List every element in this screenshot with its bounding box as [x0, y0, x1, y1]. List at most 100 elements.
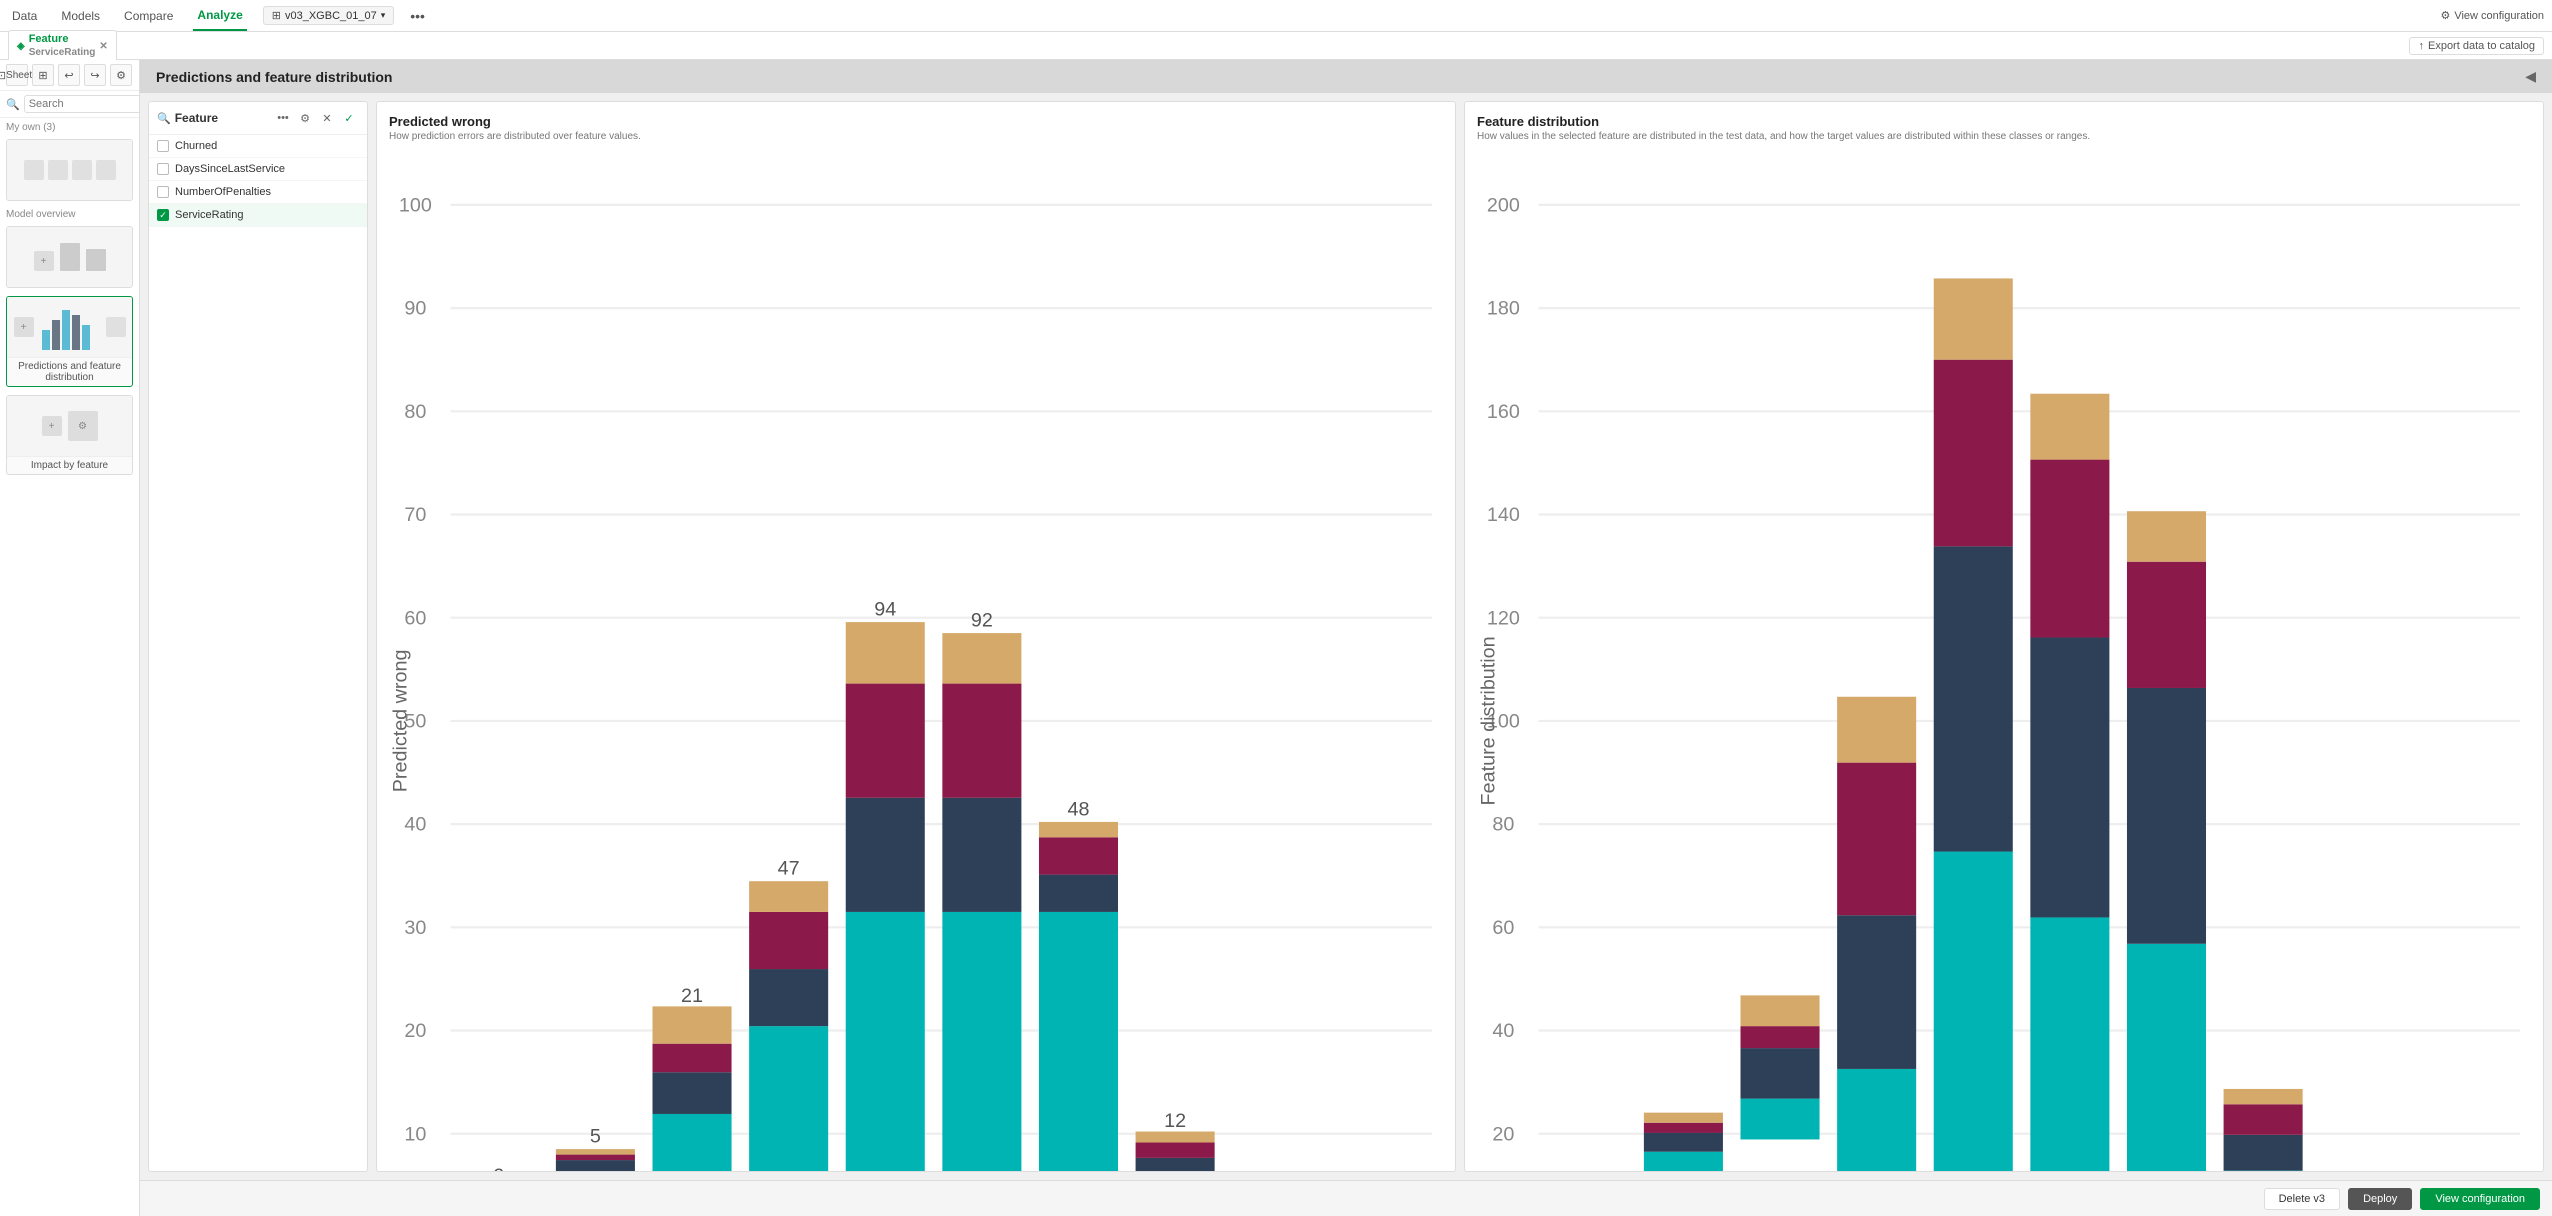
nav-compare[interactable]: Compare: [120, 0, 177, 31]
view-configuration-button[interactable]: ⚙ View configuration: [2440, 9, 2544, 22]
feature-label-penalties: NumberOfPenalties: [175, 186, 271, 198]
feature-panel-header: 🔍 Feature ••• ⚙ ✕ ✓: [149, 102, 367, 135]
predicted-wrong-subtitle: How prediction errors are distributed ov…: [389, 131, 1443, 142]
feature-panel-title: Feature: [175, 111, 269, 125]
view-configuration-bottom-button[interactable]: View configuration: [2420, 1188, 2540, 1210]
toolbar-btn-2[interactable]: ↩: [58, 64, 80, 86]
sidebar-card-model-overview[interactable]: +: [6, 226, 133, 288]
feature-distribution-svg: 200 180 160 140 120 100 80 60 40 20 0 Fe…: [1477, 150, 2531, 1172]
tab-bar: ◈ Feature ServiceRating ✕ ↑ Export data …: [0, 32, 2552, 60]
sidebar-toolbar: ⊡ Sheets ⊞ ↩ ↪ ⚙: [0, 60, 139, 91]
more-icon[interactable]: •••: [273, 108, 293, 128]
svg-text:94: 94: [874, 599, 896, 621]
dist-bar-bin-7: [2224, 1089, 2303, 1172]
svg-text:92: 92: [971, 609, 993, 631]
svg-text:Predicted wrong: Predicted wrong: [390, 650, 412, 793]
impact-card-label: Impact by feature: [7, 456, 132, 474]
bar-bin-5: 92: [942, 609, 1021, 1172]
search-input[interactable]: [24, 95, 140, 113]
toolbar-btn-4[interactable]: ⚙: [110, 64, 132, 86]
chart-icon-3: [72, 160, 92, 180]
svg-text:120: 120: [1487, 607, 1520, 629]
bar-bin-4: 94: [846, 599, 925, 1172]
check-icon[interactable]: ✓: [339, 108, 359, 128]
gear-placeholder: ⚙: [68, 411, 98, 441]
dist-bar-bin-4: [1934, 278, 2013, 1172]
checkbox-days[interactable]: [157, 163, 169, 175]
deploy-button[interactable]: Deploy: [2348, 1188, 2412, 1210]
svg-text:80: 80: [404, 401, 426, 423]
feature-distribution-panel: Feature distribution How values in the s…: [1464, 101, 2544, 1172]
settings-small-icon[interactable]: ⚙: [295, 108, 315, 128]
nav-analyze[interactable]: Analyze: [193, 0, 246, 31]
top-nav: Data Models Compare Analyze ⊞ v03_XGBC_0…: [0, 0, 2552, 32]
feature-icon: ◈: [17, 41, 25, 52]
sidebar-card-predictions[interactable]: + Predictions and feature distribution: [6, 296, 133, 387]
svg-text:47: 47: [778, 858, 800, 880]
svg-text:48: 48: [1068, 798, 1090, 820]
bar-icon: [60, 243, 80, 271]
svg-text:160: 160: [1487, 401, 1520, 423]
checkbox-service-rating[interactable]: ✓: [157, 209, 169, 221]
tab-feature[interactable]: ◈ Feature ServiceRating ✕: [8, 30, 117, 60]
content-panels: 🔍 Feature ••• ⚙ ✕ ✓ Churned DaysSinceLas…: [140, 93, 2552, 1180]
sidebar-card-1[interactable]: [6, 139, 133, 201]
bar-bin-3: 47: [749, 858, 828, 1172]
collapse-left-icon[interactable]: ◀: [2525, 68, 2536, 85]
delete-button[interactable]: Delete v3: [2264, 1188, 2340, 1210]
sidebar-card-impact[interactable]: + ⚙ Impact by feature: [6, 395, 133, 475]
chart-icon-4: [96, 160, 116, 180]
svg-text:70: 70: [404, 504, 426, 526]
close-panel-icon[interactable]: ✕: [317, 108, 337, 128]
checkbox-penalties[interactable]: [157, 186, 169, 198]
feature-distribution-title: Feature distribution: [1477, 114, 2531, 129]
feature-label-service-rating: ServiceRating: [175, 209, 243, 221]
toolbar-btn-3[interactable]: ↪: [84, 64, 106, 86]
svg-text:180: 180: [1487, 298, 1520, 320]
nav-models[interactable]: Models: [57, 0, 104, 31]
bottom-bar: Delete v3 Deploy View configuration: [140, 1180, 2552, 1216]
feature-distribution-subtitle: How values in the selected feature are d…: [1477, 131, 2531, 142]
feature-label-churned: Churned: [175, 140, 217, 152]
main-layout: ⊡ Sheets ⊞ ↩ ↪ ⚙ 🔍 My own (3) Model over…: [0, 60, 2552, 1216]
export-data-button[interactable]: ↑ Export data to catalog: [2409, 37, 2544, 55]
content-area: Predictions and feature distribution ◀ 🔍…: [140, 60, 2552, 1216]
feature-panel-actions: ••• ⚙ ✕ ✓: [273, 108, 359, 128]
feature-item-days[interactable]: DaysSinceLastService: [149, 158, 367, 181]
dist-bar-bin-5: [2030, 394, 2109, 1172]
feature-item-penalties[interactable]: NumberOfPenalties: [149, 181, 367, 204]
svg-text:40: 40: [1492, 1020, 1514, 1042]
tab-bar-right: ↑ Export data to catalog: [2409, 37, 2544, 55]
impact-preview: + ⚙: [7, 396, 132, 456]
model-selector-value: v03_XGBC_01_07: [285, 10, 377, 22]
model-selector[interactable]: ⊞ v03_XGBC_01_07 ▾: [263, 6, 394, 25]
svg-text:200: 200: [1487, 194, 1520, 216]
tab-label: Feature: [29, 33, 96, 46]
sheets-button[interactable]: ⊡ Sheets: [6, 64, 28, 86]
predicted-wrong-panel: Predicted wrong How prediction errors ar…: [376, 101, 1456, 1172]
tab-close-icon[interactable]: ✕: [99, 41, 107, 52]
svg-text:21: 21: [681, 985, 703, 1007]
toolbar-btn-1[interactable]: ⊞: [32, 64, 54, 86]
chart-icon-1: [24, 160, 44, 180]
page-title: Predictions and feature distribution: [156, 69, 392, 85]
sidebar-section-label: My own (3): [0, 118, 139, 135]
top-nav-right: ⚙ View configuration: [2440, 9, 2544, 22]
tab-sublabel: ServiceRating: [29, 47, 96, 59]
bar-bin-7: 12: [1136, 1110, 1215, 1172]
svg-text:20: 20: [1492, 1123, 1514, 1145]
svg-text:40: 40: [404, 814, 426, 836]
settings-icon: ⚙: [2440, 9, 2450, 22]
model-overview-label: Model overview: [0, 205, 139, 222]
chart-icon-2: [48, 160, 68, 180]
predicted-wrong-svg: 100 90 80 70 60 50 40 30 20 10 0 Predict…: [389, 150, 1443, 1172]
more-options-icon[interactable]: •••: [410, 8, 425, 24]
bar-bin-1: 5: [556, 1126, 635, 1172]
svg-text:140: 140: [1487, 504, 1520, 526]
chart-icon-5: [106, 317, 126, 337]
feature-item-churned[interactable]: Churned: [149, 135, 367, 158]
model-overview-preview: +: [7, 227, 132, 287]
nav-data[interactable]: Data: [8, 0, 41, 31]
checkbox-churned[interactable]: [157, 140, 169, 152]
feature-item-service-rating[interactable]: ✓ ServiceRating: [149, 204, 367, 227]
